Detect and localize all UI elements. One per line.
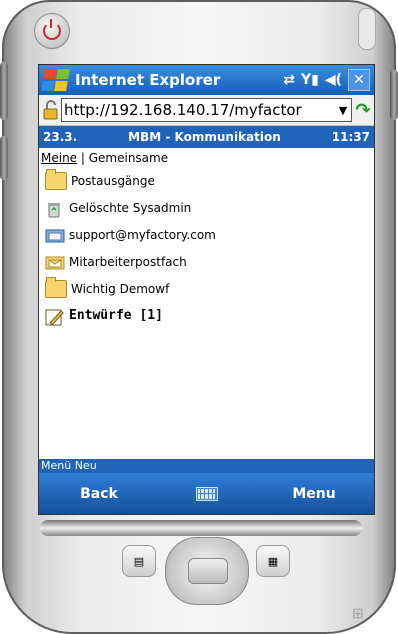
drafts-icon (45, 308, 65, 326)
lock-icon (43, 100, 59, 120)
contacts-button[interactable]: ▦ (256, 545, 290, 577)
chrome-trim (40, 520, 362, 536)
header-date: 23.3. (43, 130, 78, 144)
url-field[interactable]: http://192.168.140.17/myfactor ▼ (61, 98, 352, 122)
list-item[interactable]: Entwürfe [1] (39, 302, 374, 329)
page-header: 23.3. MBM - Kommunikation 11:37 (39, 126, 374, 148)
list-item-label: Wichtig Demowf (71, 281, 170, 296)
windows-logo-icon: ⊞ (352, 606, 364, 622)
windows-start-icon[interactable] (41, 69, 71, 91)
header-time: 11:37 (331, 130, 370, 144)
app-title: Internet Explorer (75, 71, 221, 89)
side-button-left-lower[interactable] (0, 136, 8, 180)
list-item[interactable]: Gelöschte Sysadmin (39, 194, 374, 221)
url-text: http://192.168.140.17/myfactor (64, 101, 302, 119)
stylus-slot (358, 8, 376, 50)
back-button[interactable]: Back (39, 486, 159, 502)
calendar-button[interactable]: ▤ (122, 545, 156, 577)
recycle-bin-icon (45, 200, 65, 217)
list-item[interactable]: support@myfactory.com (39, 221, 374, 248)
folder-icon (45, 168, 67, 190)
dpad[interactable] (165, 537, 249, 605)
list-item-label: Mitarbeiterpostfach (69, 254, 187, 269)
gemeinsame-link[interactable]: Gemeinsame (89, 151, 168, 165)
side-button-right[interactable] (390, 70, 398, 120)
list-item[interactable]: Wichtig Demowf (39, 275, 374, 302)
mail-folder-icon (45, 254, 65, 270)
softkey-bar: Back Menu (39, 473, 374, 514)
power-button[interactable] (34, 13, 70, 49)
signal-icon[interactable]: Y▮ (301, 72, 319, 88)
mailbox-icon (45, 227, 65, 243)
sync-icon[interactable]: ⇄ (283, 72, 295, 88)
list-item-label: Gelöschte Sysadmin (69, 200, 192, 215)
subnav: Meine | Gemeinsame (39, 148, 374, 165)
menu-button[interactable]: Menu (254, 486, 374, 502)
list-item-label: Entwürfe [1] (69, 308, 163, 323)
pda-device: Internet Explorer ⇄ Y▮ ◀( ✕ http://192.1… (0, 0, 398, 634)
power-icon (43, 19, 61, 40)
speaker-icon[interactable]: ◀( (325, 72, 342, 88)
address-bar: http://192.168.140.17/myfactor ▼ ↷ (39, 95, 374, 126)
title-bar: Internet Explorer ⇄ Y▮ ◀( ✕ (39, 65, 374, 95)
list-item[interactable]: Mitarbeiterpostfach (39, 248, 374, 275)
hardware-controls: ▤ ▦ (122, 537, 292, 609)
list-item[interactable]: Postausgänge (39, 167, 374, 194)
subnav-separator: | (77, 151, 89, 165)
list-item-label: support@myfactory.com (69, 227, 216, 242)
status-bar: Menü Neu (39, 459, 374, 473)
folder-list: Postausgänge Gelöschte Sysadmin support@… (39, 167, 374, 329)
device-screen: Internet Explorer ⇄ Y▮ ◀( ✕ http://192.1… (38, 64, 375, 515)
side-button-left-upper[interactable] (0, 62, 8, 120)
meine-link[interactable]: Meine (41, 151, 77, 165)
keyboard-icon[interactable] (195, 486, 218, 501)
folder-icon (45, 276, 67, 298)
page-title: MBM - Kommunikation (128, 130, 281, 144)
calendar-icon: ▤ (133, 554, 145, 568)
contacts-icon: ▦ (267, 554, 279, 568)
dpad-center-button[interactable] (188, 558, 228, 584)
list-item-label: Postausgänge (71, 173, 155, 188)
chevron-down-icon[interactable]: ▼ (335, 104, 351, 117)
go-icon[interactable]: ↷ (352, 100, 374, 121)
close-icon[interactable]: ✕ (348, 69, 370, 91)
